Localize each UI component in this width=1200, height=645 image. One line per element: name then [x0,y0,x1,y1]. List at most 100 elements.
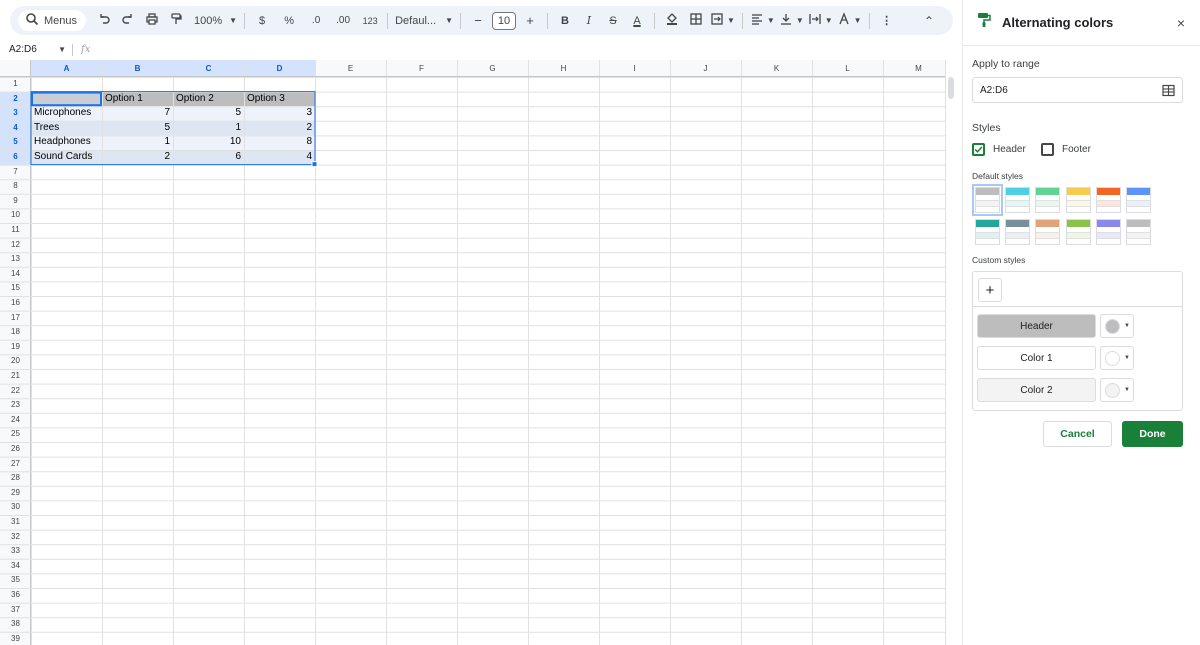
italic-button[interactable]: I [579,10,599,32]
default-style-swatch[interactable] [975,219,1000,245]
row-header[interactable]: 9 [0,194,31,209]
row-header[interactable]: 31 [0,515,31,530]
row-header[interactable]: 17 [0,311,31,326]
column-header[interactable]: D [244,60,315,77]
row-header[interactable]: 27 [0,457,31,472]
cell[interactable]: Option 1 [105,92,170,107]
more-formats-button[interactable]: 123 [360,10,380,32]
collapse-toolbar-button[interactable]: ⌃ [919,10,939,32]
cell[interactable]: 5 [176,106,241,121]
print-button[interactable] [142,10,162,32]
row-header[interactable]: 28 [0,471,31,486]
cell[interactable]: 5 [105,121,170,136]
row-header[interactable]: 38 [0,617,31,632]
merge-cells-button[interactable]: ▼ [710,10,735,32]
text-wrapping-button[interactable]: ▼ [808,10,833,32]
done-button[interactable]: Done [1122,421,1183,447]
borders-button[interactable] [686,10,706,32]
cell[interactable]: Microphones [34,106,99,121]
column-header[interactable]: H [528,60,599,77]
row-header[interactable]: 10 [0,208,31,223]
row-header[interactable]: 2 [0,92,31,107]
row-header[interactable]: 26 [0,442,31,457]
footer-checkbox[interactable] [1041,143,1054,156]
column-header[interactable]: L [812,60,883,77]
default-style-swatch[interactable] [1095,219,1121,245]
column-header[interactable]: J [670,60,741,77]
add-custom-style-button[interactable]: + [978,278,1002,302]
cell[interactable]: 1 [105,135,170,150]
column-header[interactable]: G [457,60,528,77]
row-header[interactable]: 21 [0,369,31,384]
row-header[interactable]: 37 [0,603,31,618]
cell[interactable]: 7 [105,106,170,121]
bold-button[interactable]: B [555,10,575,32]
default-style-swatch[interactable] [1126,187,1151,213]
row-header[interactable]: 1 [0,77,31,92]
font-size-input[interactable]: 10 [491,11,516,30]
default-style-swatch[interactable] [1065,187,1091,213]
increase-decimal-button[interactable]: .00 [333,10,353,32]
decrease-font-size-button[interactable]: − [468,10,488,32]
fill-color-button[interactable] [662,10,682,32]
row-header[interactable]: 33 [0,544,31,559]
more-options-button[interactable]: ⋮ [877,10,897,32]
redo-button[interactable] [118,10,138,32]
vertical-align-button[interactable]: ▼ [779,10,804,32]
default-style-swatch[interactable] [1005,187,1031,213]
cell[interactable]: 4 [247,150,312,165]
row-header[interactable]: 7 [0,165,31,180]
header-checkbox-row[interactable]: Header [972,143,1026,156]
name-box[interactable]: A2:D6 ▼ [0,44,72,55]
footer-checkbox-row[interactable]: Footer [1041,143,1091,156]
cell[interactable]: Option 2 [176,92,241,107]
row-header[interactable]: 3 [0,106,31,121]
cancel-button[interactable]: Cancel [1043,421,1112,447]
horizontal-align-button[interactable]: ▼ [750,10,775,32]
row-header[interactable]: 20 [0,354,31,369]
row-header[interactable]: 18 [0,325,31,340]
cell[interactable]: 10 [176,135,241,150]
row-header[interactable]: 30 [0,500,31,515]
row-header[interactable]: 34 [0,559,31,574]
cell[interactable]: 1 [176,121,241,136]
header-checkbox[interactable] [972,143,985,156]
row-header[interactable]: 6 [0,150,31,165]
text-color-button[interactable]: A [627,10,647,32]
column-header[interactable]: F [386,60,457,77]
cell-grid[interactable]: A B C D E F G H I J K L M 1 2 3 4 5 6 7 8 9 10 11 12 13 14 15 16 17 18… [0,60,945,645]
undo-button[interactable] [94,10,114,32]
default-style-swatch[interactable] [1035,219,1061,245]
header-color-picker[interactable]: ▼ [1100,314,1134,338]
range-input[interactable]: A2:D6 [972,77,1183,103]
cell[interactable]: 2 [105,150,170,165]
column-header[interactable]: K [741,60,812,77]
cell[interactable]: Trees [34,121,99,136]
column-header[interactable]: C [173,60,244,77]
cell[interactable]: 3 [247,106,312,121]
strikethrough-button[interactable]: S [603,10,623,32]
default-style-swatch[interactable] [1035,187,1061,213]
cell[interactable]: 6 [176,150,241,165]
scrollbar-thumb[interactable] [948,77,954,99]
default-style-swatch[interactable] [1095,187,1121,213]
paint-format-button[interactable] [166,10,186,32]
menus-search-button[interactable]: Menus [18,10,87,31]
row-header[interactable]: 19 [0,340,31,355]
cell[interactable]: 8 [247,135,312,150]
row-header[interactable]: 14 [0,267,31,282]
row-header[interactable]: 29 [0,486,31,501]
font-family-select[interactable]: Defaul... ▼ [395,10,453,32]
select-range-icon[interactable] [1162,84,1175,100]
color2-style-button[interactable]: Color 2 [977,378,1096,402]
row-header[interactable]: 12 [0,238,31,253]
cell[interactable]: Sound Cards [34,150,99,165]
color1-picker[interactable]: ▼ [1100,346,1134,370]
default-style-swatch[interactable] [1065,219,1091,245]
row-header[interactable]: 5 [0,135,31,150]
default-style-swatch[interactable] [972,184,1003,216]
decrease-decimal-button[interactable]: .0 [306,10,326,32]
color1-style-button[interactable]: Color 1 [977,346,1096,370]
default-style-swatch[interactable] [1126,219,1151,245]
cell[interactable]: Headphones [34,135,99,150]
